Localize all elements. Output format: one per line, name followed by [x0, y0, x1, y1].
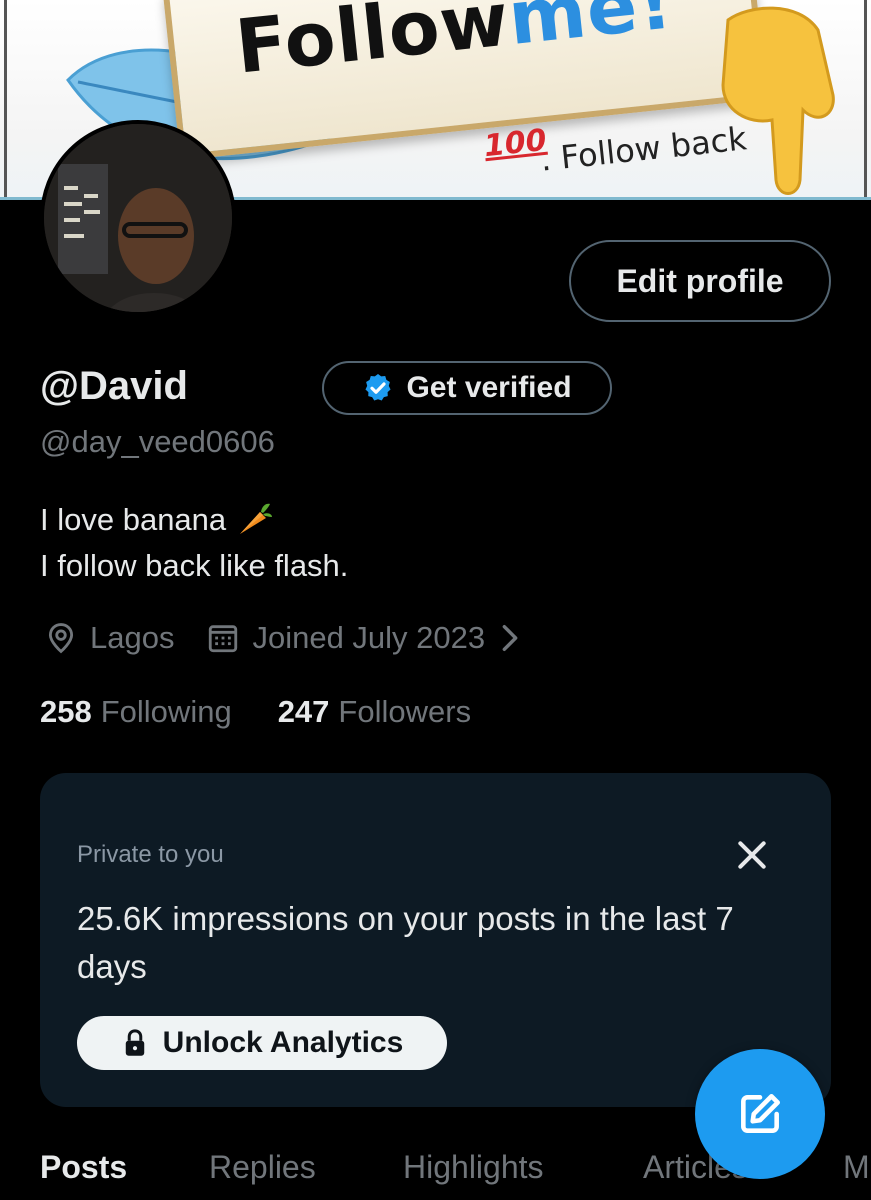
followers-label: Followers: [338, 694, 472, 729]
impressions-text: 25.6K impressions on your posts in the l…: [77, 900, 734, 985]
verified-badge-icon: [365, 374, 392, 401]
private-label: Private to you: [77, 841, 224, 868]
following-count: 258: [40, 694, 92, 729]
avatar-photo: [44, 124, 232, 312]
analytics-card: Private to you 25.6K impressions on your…: [40, 773, 831, 1107]
lock-icon: [125, 1029, 144, 1056]
carrot-emoji-icon: [240, 503, 273, 534]
bio-text-line2: I follow back like flash.: [40, 548, 349, 583]
tab-posts[interactable]: Posts: [40, 1149, 127, 1186]
user-handle: @day_veed0606: [40, 424, 275, 459]
compose-icon: [741, 1094, 780, 1133]
profile-page: Followme! 100 . Follow back Edit profile: [0, 0, 871, 1200]
follow-counts: 258 Following 247 Followers: [40, 694, 471, 730]
bio-line: I follow back like flash.: [40, 543, 348, 589]
following-link[interactable]: 258 Following: [40, 694, 232, 730]
tab-replies[interactable]: Replies: [209, 1149, 316, 1186]
compose-button[interactable]: [695, 1049, 825, 1179]
close-icon[interactable]: [732, 835, 772, 875]
edit-profile-button[interactable]: Edit profile: [569, 240, 831, 322]
bio-text-line1: I love banana: [40, 502, 227, 537]
location-pin-icon: [48, 623, 74, 654]
avatar[interactable]: [40, 120, 236, 316]
joined-item[interactable]: Joined July 2023: [206, 620, 523, 656]
calendar-icon: [209, 625, 238, 653]
location-item: Lagos: [44, 620, 174, 656]
profile-bio: I love banana I follow back like flash.: [40, 497, 348, 589]
chevron-right-icon: [502, 624, 518, 652]
tab-media[interactable]: M: [843, 1149, 870, 1186]
tab-highlights[interactable]: Highlights: [403, 1149, 544, 1186]
unlock-analytics-button[interactable]: Unlock Analytics: [77, 1016, 447, 1070]
location-text: Lagos: [90, 620, 175, 655]
profile-meta: Lagos Joined July 2023: [44, 616, 523, 660]
unlock-analytics-label: Unlock Analytics: [162, 1026, 404, 1059]
pointing-hand-icon: [721, 6, 835, 195]
following-label: Following: [100, 694, 232, 729]
get-verified-label: Get verified: [406, 371, 572, 404]
followers-count: 247: [277, 694, 330, 729]
followers-link[interactable]: 247 Followers: [278, 694, 471, 730]
joined-text: Joined July 2023: [252, 620, 486, 655]
bio-line: I love banana: [40, 497, 348, 543]
display-name: @David: [40, 364, 188, 408]
get-verified-button[interactable]: Get verified: [322, 361, 612, 415]
